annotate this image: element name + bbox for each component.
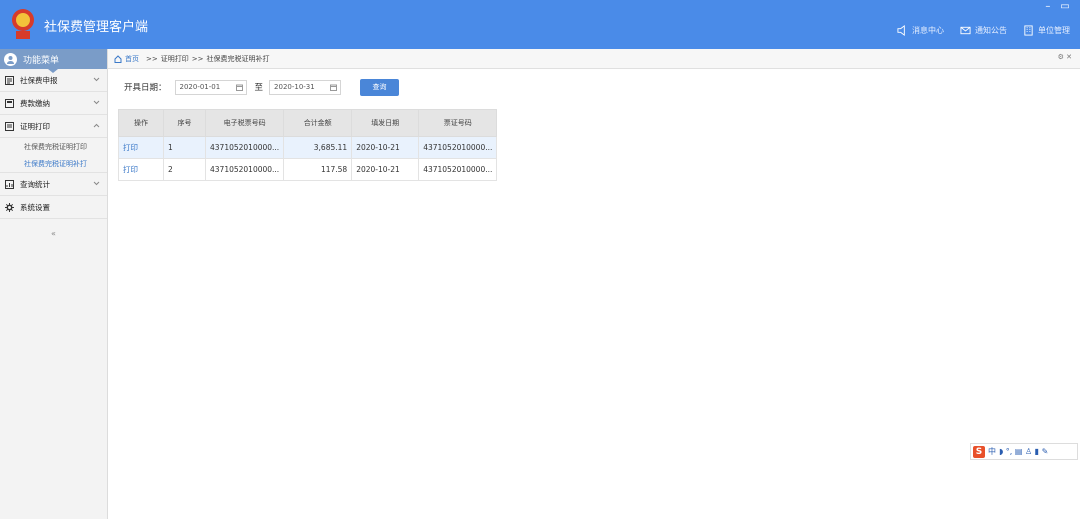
sidebar-item-payment[interactable]: 费款缴纳 xyxy=(0,92,107,115)
sogou-logo-icon: S xyxy=(973,445,985,458)
table-header-row: 操作 序号 电子税票号码 合计金额 填发日期 票证号码 xyxy=(118,109,498,137)
gear-icon xyxy=(5,202,14,212)
ime-toolbar[interactable]: S 中 ◗ °, ▤ ♙ ▮ ✎ xyxy=(970,443,1078,460)
cell-certificate-no: 4371052010000... xyxy=(418,158,498,181)
message-center-button[interactable]: 消息中心 xyxy=(897,25,944,36)
cell-index: 1 xyxy=(163,136,206,159)
chart-icon xyxy=(5,179,14,189)
print-link[interactable]: 打印 xyxy=(118,158,164,181)
cell-e-ticket-no: 4371052010000... xyxy=(204,158,285,181)
breadcrumb-level1: 证明打印 xyxy=(160,54,189,63)
envelope-icon xyxy=(960,26,971,35)
calendar-icon xyxy=(235,84,243,91)
cell-total-amount: 117.58 xyxy=(283,158,353,181)
calendar-icon xyxy=(330,84,338,91)
cell-index: 2 xyxy=(163,158,206,181)
tab-controls[interactable]: ⚙ ✕ xyxy=(1058,53,1072,61)
building-icon xyxy=(1024,25,1033,36)
menu-header-label: 功能菜单 xyxy=(23,55,60,66)
start-date-input[interactable]: 2020-01-01 xyxy=(174,79,247,95)
window-controls: – ▭ xyxy=(1041,1,1072,12)
table-row[interactable]: 打印 1 4371052010000... 3,685.11 2020-10-2… xyxy=(118,136,498,159)
sidebar: 功能菜单 社保费申报 费款缴纳 证明打印 社保费完税证明打印 社保费完税证明补打… xyxy=(0,49,108,519)
breadcrumb-home-link[interactable]: 首页 xyxy=(125,54,139,64)
cell-total-amount: 3,685.11 xyxy=(283,136,353,159)
sidebar-subitem-print[interactable]: 社保费完税证明打印 xyxy=(0,138,107,155)
print-link[interactable]: 打印 xyxy=(118,136,164,159)
title-bar: 社保费管理客户端 – ▭ 消息中心 通知公告 单位管理 xyxy=(0,0,1080,49)
restore-button[interactable]: ▭ xyxy=(1058,1,1072,12)
calculator-icon xyxy=(5,98,14,108)
date-filter: 开具日期： 2020-01-01 至 2020-10-31 查询 xyxy=(124,78,400,96)
col-header-total-amount: 合计金额 xyxy=(283,109,353,137)
col-header-action: 操作 xyxy=(118,109,164,137)
print-icon xyxy=(5,121,14,131)
user-icon xyxy=(4,52,17,66)
list-icon xyxy=(5,75,14,85)
col-header-issue-date: 填发日期 xyxy=(351,109,420,137)
notice-button[interactable]: 通知公告 xyxy=(960,25,1007,36)
breadcrumb: 首页 >> 证明打印 >> 社保费完税证明补打 ⚙ ✕ xyxy=(108,49,1080,69)
tax-emblem-icon xyxy=(12,9,34,39)
sidebar-item-query-stats[interactable]: 查询统计 xyxy=(0,173,107,196)
unit-management-button[interactable]: 单位管理 xyxy=(1023,25,1070,36)
cell-issue-date: 2020-10-21 xyxy=(351,158,420,181)
sidebar-subitem-reprint[interactable]: 社保费完税证明补打 xyxy=(0,155,107,173)
sidebar-item-declare[interactable]: 社保费申报 xyxy=(0,69,107,92)
app-title: 社保费管理客户端 xyxy=(44,20,149,35)
minimize-button[interactable]: – xyxy=(1041,1,1055,12)
top-actions: 消息中心 通知公告 单位管理 xyxy=(897,25,1070,36)
home-icon xyxy=(114,54,122,63)
cell-e-ticket-no: 4371052010000... xyxy=(204,136,285,159)
sidebar-item-settings[interactable]: 系统设置 xyxy=(0,196,107,219)
col-header-certificate-no: 票证号码 xyxy=(418,109,498,137)
chevron-down-icon xyxy=(93,181,100,186)
table-row[interactable]: 打印 2 4371052010000... 117.58 2020-10-21 … xyxy=(118,158,498,181)
col-header-e-ticket-no: 电子税票号码 xyxy=(204,109,285,137)
to-label: 至 xyxy=(254,83,264,93)
ime-mode[interactable]: 中 xyxy=(988,446,996,457)
certificate-table: 操作 序号 电子税票号码 合计金额 填发日期 票证号码 打印 1 4371052… xyxy=(118,109,498,181)
date-filter-label: 开具日期： xyxy=(124,83,167,93)
col-header-index: 序号 xyxy=(163,109,206,137)
chevron-up-icon xyxy=(93,123,100,128)
cell-issue-date: 2020-10-21 xyxy=(351,136,420,159)
speaker-icon xyxy=(897,25,905,36)
chevron-down-icon xyxy=(93,100,100,105)
breadcrumb-level2: 社保费完税证明补打 xyxy=(206,54,270,63)
menu-header: 功能菜单 xyxy=(0,49,107,73)
chevron-down-icon xyxy=(93,77,100,82)
query-button[interactable]: 查询 xyxy=(360,78,400,96)
ime-symbols[interactable]: ◗ °, ▤ ♙ ▮ ✎ xyxy=(999,447,1048,456)
sidebar-collapse-button[interactable]: « xyxy=(0,229,107,238)
cell-certificate-no: 4371052010000... xyxy=(418,136,498,159)
end-date-input[interactable]: 2020-10-31 xyxy=(269,79,342,95)
sidebar-item-certificate-print[interactable]: 证明打印 xyxy=(0,115,107,138)
